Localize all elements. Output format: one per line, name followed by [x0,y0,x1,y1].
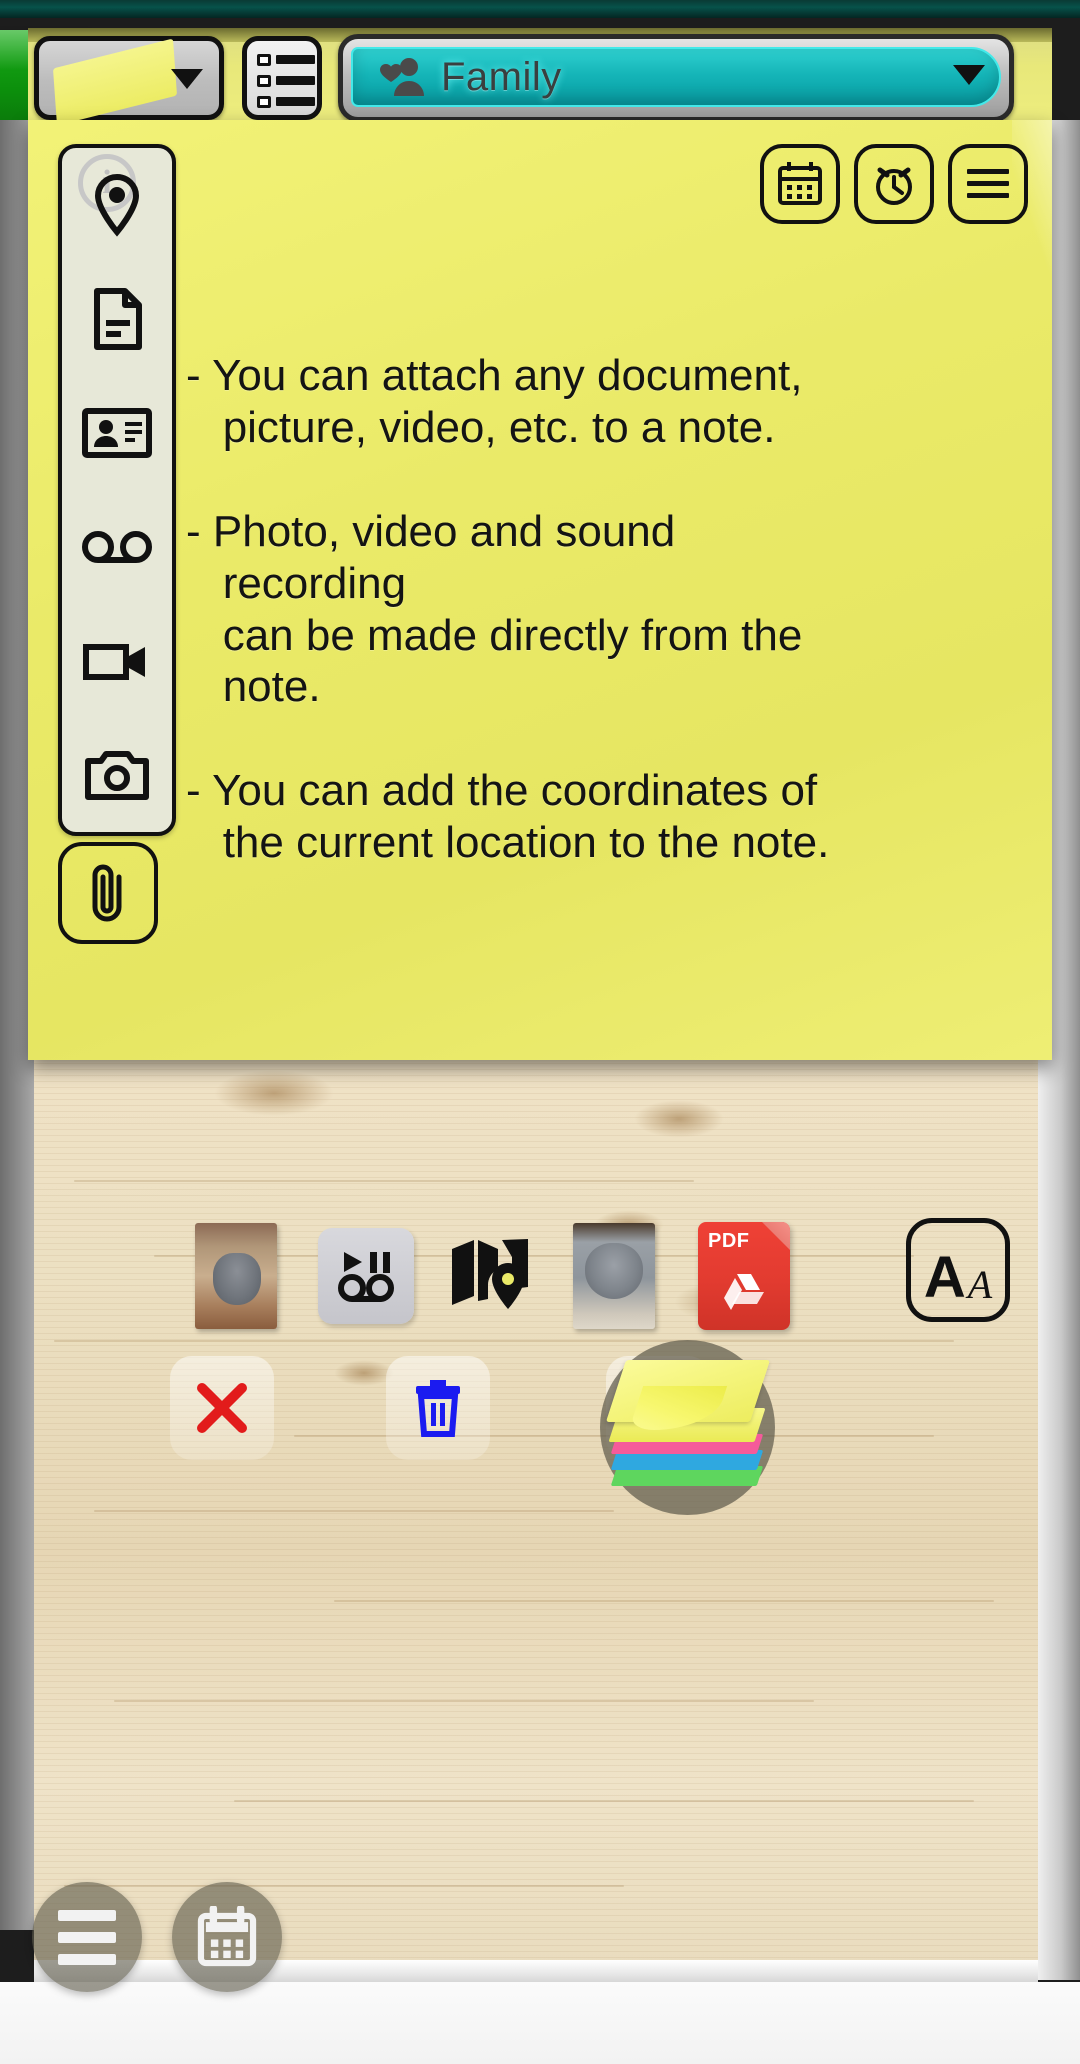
font-size-icon-small: A [967,1262,993,1307]
note-editor-card: i - You can attach any document, picture… [28,120,1052,1460]
record-video-button[interactable] [62,604,172,718]
category-selector-inner: Family [351,47,1001,107]
take-photo-button[interactable] [62,718,172,832]
sticky-note-icon [52,38,178,126]
attachments-strip: PDF [180,1216,860,1336]
paperclip-icon [84,861,132,925]
menu-button[interactable] [948,144,1028,224]
calendar-icon [775,159,825,209]
chevron-down-icon [953,65,985,85]
attachments-button[interactable] [58,842,158,944]
cat-photo-thumbnail [573,1223,655,1329]
audio-recording-icon [318,1228,414,1324]
location-pin-icon [88,173,146,237]
calendar-icon [196,1906,258,1968]
pdf-page-fold [762,1222,790,1250]
alarm-button[interactable] [854,144,934,224]
cat-photo-thumbnail [195,1223,277,1329]
hamburger-menu-icon [58,1909,116,1965]
note-body-text[interactable]: - You can attach any document, picture, … [186,350,1012,869]
attachment-photo-1[interactable] [180,1220,292,1332]
delete-button[interactable] [386,1356,490,1460]
chevron-down-icon [171,69,203,89]
fab-calendar[interactable] [172,1882,282,1992]
people-favorite-icon [375,55,427,99]
pdf-drive-icon: PDF [698,1222,790,1330]
attachment-audio[interactable] [310,1220,422,1332]
list-view-button[interactable] [242,36,322,120]
camera-icon [85,749,149,801]
voice-recording-icon [81,527,153,567]
note-style-selector[interactable] [34,36,224,126]
map-location-icon [448,1235,532,1317]
fab-menu[interactable] [32,1882,142,1992]
font-size-icon: A [923,1244,966,1310]
hamburger-menu-icon [964,165,1012,203]
note-action-row [28,1356,1052,1466]
attachment-photo-2[interactable] [558,1220,670,1332]
category-selector[interactable]: Family [338,34,1014,122]
video-camera-icon [83,639,151,683]
record-audio-button[interactable] [62,490,172,604]
sticky-notes-stack-icon [605,1360,771,1486]
document-icon [89,287,145,351]
alarm-clock-icon [869,159,919,209]
wooden-board [34,1040,1038,1970]
font-size-button[interactable]: A A [906,1218,1010,1322]
attachment-pdf[interactable]: PDF [688,1220,800,1332]
close-x-icon [194,1380,250,1436]
pdf-label: PDF [708,1230,750,1252]
cancel-button[interactable] [170,1356,274,1460]
attachment-map[interactable] [440,1226,540,1326]
calendar-button[interactable] [760,144,840,224]
trash-bin-icon [412,1378,464,1438]
attachment-rail: i [58,144,176,836]
note-header-buttons [760,144,1028,224]
category-label: Family [441,54,562,99]
new-note-stack-button[interactable] [600,1340,775,1515]
screen: Family i - You can attach any document, … [0,0,1080,2064]
attach-contact-button[interactable] [62,376,172,490]
contact-card-icon [82,407,152,459]
add-location-button[interactable] [62,148,172,262]
background-bottom [0,1982,1080,2064]
status-bar [0,0,1080,18]
attach-document-button[interactable] [62,262,172,376]
